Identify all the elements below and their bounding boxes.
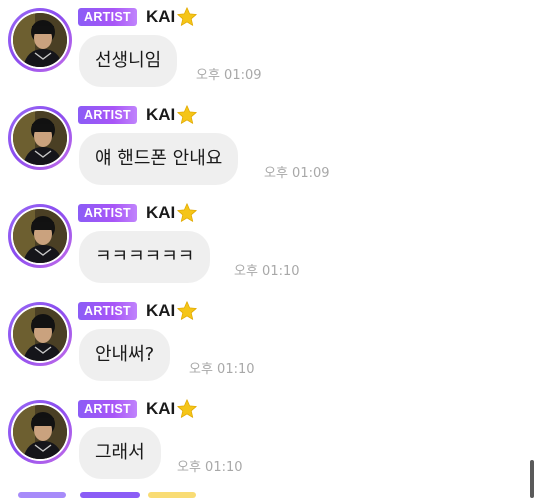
message-bubble[interactable]: 안내써? <box>79 329 171 381</box>
star-icon <box>177 7 197 26</box>
star-icon <box>177 399 197 418</box>
artist-badge: ARTIST <box>78 204 137 222</box>
star-icon <box>177 105 197 124</box>
sender-name[interactable]: KAI <box>146 397 175 421</box>
partial-name <box>148 492 196 498</box>
message-timestamp: 오후 01:09 <box>196 68 262 83</box>
sender-name[interactable]: KAI <box>146 103 175 127</box>
avatar[interactable] <box>8 302 72 366</box>
avatar-photo <box>13 111 67 165</box>
partial-badge <box>80 492 140 498</box>
avatar-ring-gap <box>11 207 69 265</box>
scrollbar-thumb[interactable] <box>530 460 534 498</box>
avatar-ring-gap <box>11 305 69 363</box>
artist-badge: ARTIST <box>78 106 137 124</box>
artist-badge: ARTIST <box>78 8 137 26</box>
chat-message: ARTIST KAI ㅋㅋㅋㅋㅋㅋ 오후 01:10 <box>0 196 540 294</box>
message-timestamp: 오후 01:10 <box>189 362 255 377</box>
message-bubble[interactable]: 선생니임 <box>79 35 178 87</box>
message-timestamp: 오후 01:09 <box>264 166 330 181</box>
partial-avatar-ring <box>18 492 66 498</box>
avatar[interactable] <box>8 8 72 72</box>
avatar-ring-gap <box>11 403 69 461</box>
message-bubble[interactable]: 그래서 <box>79 427 161 479</box>
avatar-photo <box>13 13 67 67</box>
star-icon <box>177 203 197 222</box>
chat-message: ARTIST KAI 안내써? 오후 01:10 <box>0 294 540 392</box>
chat-message: ARTIST KAI 그래서 오후 01:10 <box>0 392 540 490</box>
chat-message: ARTIST KAI 얘 핸드폰 안내요 오후 01:09 <box>0 98 540 196</box>
next-message-partial <box>18 492 238 498</box>
message-bubble[interactable]: ㅋㅋㅋㅋㅋㅋ <box>79 231 211 283</box>
chat-message: ARTIST KAI 선생니임 오후 01:09 <box>0 0 540 98</box>
message-timestamp: 오후 01:10 <box>177 460 243 475</box>
message-timestamp: 오후 01:10 <box>234 264 300 279</box>
sender-name[interactable]: KAI <box>146 5 175 29</box>
artist-badge: ARTIST <box>78 400 137 418</box>
sender-name[interactable]: KAI <box>146 201 175 225</box>
sender-name[interactable]: KAI <box>146 299 175 323</box>
avatar[interactable] <box>8 106 72 170</box>
avatar-ring-gap <box>11 11 69 69</box>
avatar[interactable] <box>8 400 72 464</box>
star-icon <box>177 301 197 320</box>
avatar[interactable] <box>8 204 72 268</box>
artist-badge: ARTIST <box>78 302 137 320</box>
avatar-photo <box>13 307 67 361</box>
avatar-ring-gap <box>11 109 69 167</box>
avatar-photo <box>13 405 67 459</box>
message-bubble[interactable]: 얘 핸드폰 안내요 <box>79 133 239 185</box>
avatar-photo <box>13 209 67 263</box>
